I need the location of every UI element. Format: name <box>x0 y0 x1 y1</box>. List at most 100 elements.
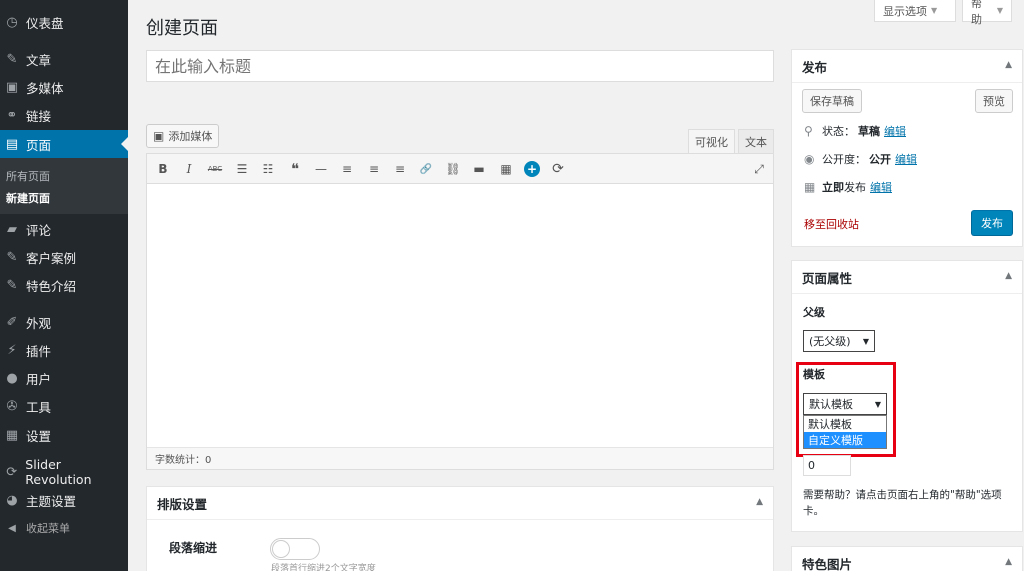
align-left-icon[interactable]: ≡ <box>338 160 356 178</box>
admin-sidebar: ◷ 仪表盘 ✎ 文章 ▣ 多媒体 ⚭ 链接 ▤ 页面 所有页面 新建页面 ▰ 评… <box>0 0 128 571</box>
post-title-input[interactable] <box>146 50 774 82</box>
sidebar-item-tools[interactable]: ✇ 工具 <box>0 392 128 420</box>
sidebar-item-features[interactable]: ✎ 特色介绍 <box>0 271 128 299</box>
add-media-label: 添加媒体 <box>168 130 213 143</box>
sidebar-item-cases[interactable]: ✎ 客户案例 <box>0 243 128 271</box>
sidebar-item-links[interactable]: ⚭ 链接 <box>0 101 128 129</box>
tab-visual[interactable]: 可视化 <box>688 129 735 154</box>
sidebar-item-label: 页面 <box>26 137 52 153</box>
publish-box-header[interactable]: 发布 <box>792 50 1022 83</box>
toolbar-toggle-icon[interactable]: ▦ <box>497 160 515 178</box>
edit-schedule-link[interactable]: 编辑 <box>870 179 892 195</box>
sidebar-item-slider-revolution[interactable]: ⟳ Slider Revolution <box>0 457 128 487</box>
bullet-list-icon[interactable]: ☰ <box>233 160 251 178</box>
sidebar-item-theme-settings[interactable]: ◕ 主题设置 <box>0 486 128 514</box>
sidebar-item-label: 评论 <box>26 222 52 238</box>
italic-icon[interactable]: I <box>180 160 198 178</box>
featured-image-header[interactable]: 特色图片 <box>792 547 1022 571</box>
sidebar-item-users[interactable]: ● 用户 <box>0 364 128 392</box>
page-attributes-title: 页面属性 <box>802 270 853 286</box>
help-button[interactable]: 帮助 ▼ <box>962 0 1012 26</box>
sidebar-collapse-menu[interactable]: ◀ 收起菜单 <box>0 514 128 542</box>
highlight-annotation-box <box>796 362 896 457</box>
sidebar-item-plugins[interactable]: ⚡ 插件 <box>0 336 128 364</box>
fullscreen-icon[interactable]: ⤢ <box>750 160 768 178</box>
caret-down-icon: ▼ <box>931 6 938 15</box>
strikethrough-icon[interactable]: ABC <box>206 160 224 178</box>
collapse-toggle-icon[interactable]: ▲ <box>1005 271 1012 281</box>
unlink-icon[interactable]: ⛓ <box>444 160 462 178</box>
horizontal-rule-icon[interactable]: — <box>312 160 330 178</box>
collapse-toggle-icon[interactable]: ▲ <box>1005 60 1012 70</box>
sidebar-item-settings[interactable]: ▦ 设置 <box>0 421 128 449</box>
tab-text[interactable]: 文本 <box>738 129 774 154</box>
page-title: 创建页面 <box>146 18 218 39</box>
plugin-icon: ⚡ <box>7 342 17 358</box>
schedule-row: ▦ 立即 发布 编辑 <box>804 179 892 195</box>
sidebar-item-label: 链接 <box>26 108 52 124</box>
pages-icon: ▤ <box>5 136 19 152</box>
pin-icon: ⚲ <box>804 124 813 138</box>
pin-icon: ✎ <box>6 277 18 293</box>
screen-options-button[interactable]: 显示选项 ▼ <box>874 0 956 22</box>
publish-box: 发布 ▲ 保存草稿 预览 ⚲ 状态： 草稿 编辑 ◉ 公开度： 公开 编辑 ▦ … <box>791 49 1023 247</box>
sidebar-item-pages[interactable]: ▤ 页面 <box>0 130 128 158</box>
sidebar-item-media[interactable]: ▣ 多媒体 <box>0 73 128 101</box>
featured-image-box: 特色图片 ▲ <box>791 546 1023 571</box>
layout-settings-title[interactable]: 排版设置 <box>147 487 773 520</box>
sidebar-item-appearance[interactable]: ✐ 外观 <box>0 308 128 336</box>
align-right-icon[interactable]: ≡ <box>391 160 409 178</box>
paragraph-indent-label: 段落缩进 <box>169 541 218 555</box>
add-plus-icon[interactable]: + <box>524 161 540 177</box>
theme-icon: ◕ <box>6 492 18 508</box>
sidebar-item-comments[interactable]: ▰ 评论 <box>0 215 128 243</box>
edit-status-link[interactable]: 编辑 <box>884 123 906 139</box>
numbered-list-icon[interactable]: ☷ <box>259 160 277 178</box>
order-input[interactable]: 0 <box>803 455 851 476</box>
toggle-knob <box>272 540 290 558</box>
sidebar-item-label: 设置 <box>26 428 52 444</box>
submenu-new-page[interactable]: 新建页面 <box>6 190 50 206</box>
media-icon: ▣ <box>5 79 19 95</box>
pin-icon: ✎ <box>6 51 18 67</box>
refresh-icon: ⟳ <box>6 464 18 480</box>
featured-image-title: 特色图片 <box>802 556 853 571</box>
sidebar-item-label: 仪表盘 <box>26 15 64 31</box>
schedule-suffix: 发布 <box>844 181 866 194</box>
move-to-trash-link[interactable]: 移至回收站 <box>804 216 859 232</box>
align-center-icon[interactable]: ≡ <box>365 160 383 178</box>
sidebar-item-label: 用户 <box>26 371 52 387</box>
collapse-toggle-icon[interactable]: ▲ <box>1005 557 1012 567</box>
sidebar-item-label: 外观 <box>26 315 52 331</box>
layout-settings-heading: 排版设置 <box>157 496 208 512</box>
add-media-button[interactable]: ▣ 添加媒体 <box>146 124 220 148</box>
bold-icon[interactable]: B <box>154 160 172 178</box>
pages-submenu: 所有页面 新建页面 <box>0 158 128 214</box>
paragraph-indent-toggle[interactable] <box>270 538 320 560</box>
publish-button[interactable]: 发布 <box>971 210 1013 236</box>
screen-options-label: 显示选项 <box>883 4 927 18</box>
collapse-toggle-icon[interactable]: ▲ <box>756 497 763 507</box>
sidebar-item-label: 插件 <box>26 343 52 359</box>
publish-box-title: 发布 <box>802 59 828 75</box>
sidebar-item-label: 文章 <box>26 52 52 68</box>
read-more-icon[interactable]: ▬ <box>470 160 488 178</box>
sidebar-item-posts[interactable]: ✎ 文章 <box>0 45 128 73</box>
sidebar-item-dashboard[interactable]: ◷ 仪表盘 <box>0 8 128 36</box>
editor-toolbar: B I ABC ☰ ☷ ❝ — ≡ ≡ ≡ 🔗 ⛓ ▬ ▦ + ⟳ ⤢ <box>147 154 773 184</box>
save-draft-button[interactable]: 保存草稿 <box>802 89 862 113</box>
pin-icon: ✎ <box>6 249 18 265</box>
edit-visibility-link[interactable]: 编辑 <box>895 151 917 167</box>
sidebar-item-label: Slider Revolution <box>25 457 92 487</box>
blockquote-icon[interactable]: ❝ <box>286 160 304 178</box>
caret-down-icon: ▼ <box>996 6 1003 15</box>
insert-link-icon[interactable]: 🔗 <box>417 160 435 178</box>
refresh-icon[interactable]: ⟳ <box>549 160 567 178</box>
parent-select[interactable]: (无父级) ▼ <box>803 330 875 352</box>
sidebar-item-label: 特色介绍 <box>26 278 77 294</box>
page-attributes-header[interactable]: 页面属性 <box>792 261 1022 294</box>
submenu-all-pages[interactable]: 所有页面 <box>6 168 50 184</box>
preview-button[interactable]: 预览 <box>975 89 1013 113</box>
link-icon: ⚭ <box>6 107 18 123</box>
visibility-value: 公开 <box>869 153 891 166</box>
